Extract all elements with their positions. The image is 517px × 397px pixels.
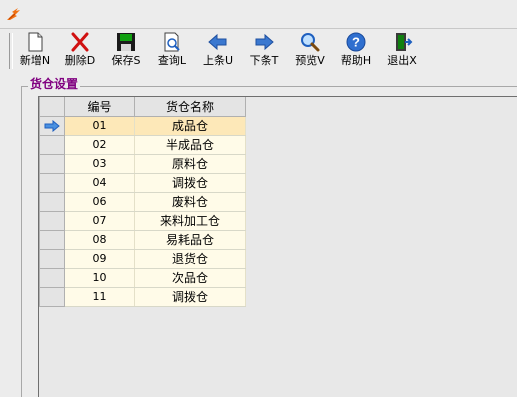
preview-button[interactable]: 预览V <box>288 31 332 71</box>
cell-name[interactable]: 来料加工仓 <box>134 211 246 231</box>
cell-name[interactable]: 半成品仓 <box>134 135 246 155</box>
arrow-left-icon <box>208 33 227 51</box>
table-row[interactable]: 07 来料加工仓 <box>39 211 246 231</box>
new-document-icon <box>28 32 43 52</box>
cell-code[interactable]: 01 <box>64 116 135 136</box>
cell-code[interactable]: 08 <box>64 230 135 250</box>
cell-code[interactable]: 04 <box>64 173 135 193</box>
cell-code[interactable]: 02 <box>64 135 135 155</box>
save-disk-icon <box>117 33 135 51</box>
table-row[interactable]: 10 次品仓 <box>39 268 246 288</box>
query-button-label: 查询L <box>157 54 187 67</box>
title-bar <box>0 0 517 28</box>
cell-code[interactable]: 07 <box>64 211 135 231</box>
prev-record-button[interactable]: 上条U <box>196 31 240 71</box>
cell-code[interactable]: 09 <box>64 249 135 269</box>
cell-name[interactable]: 调拨仓 <box>134 173 246 193</box>
row-indicator[interactable] <box>39 192 65 212</box>
prev-record-button-label: 上条U <box>202 54 234 67</box>
next-record-button[interactable]: 下条T <box>242 31 286 71</box>
panel-title: 货仓设置 <box>28 77 81 91</box>
cell-code[interactable]: 10 <box>64 268 135 288</box>
cell-name[interactable]: 退货仓 <box>134 249 246 269</box>
row-indicator[interactable] <box>39 116 65 136</box>
magnifier-icon <box>301 33 320 52</box>
arrow-right-icon <box>255 33 274 51</box>
table-row[interactable]: 06 废料仓 <box>39 192 246 212</box>
column-header-name[interactable]: 货仓名称 <box>134 97 246 117</box>
new-button[interactable]: 新增N <box>13 31 57 71</box>
cell-code[interactable]: 06 <box>64 192 135 212</box>
grid-header-row: 编号 货仓名称 <box>39 97 246 117</box>
delete-button[interactable]: 删除D <box>58 31 102 71</box>
exit-button-label: 退出X <box>387 54 417 67</box>
current-row-arrow-icon <box>44 120 60 132</box>
row-indicator[interactable] <box>39 173 65 193</box>
table-row[interactable]: 04 调拨仓 <box>39 173 246 193</box>
row-indicator[interactable] <box>39 211 65 231</box>
row-indicator[interactable] <box>39 135 65 155</box>
table-row[interactable]: 02 半成品仓 <box>39 135 246 155</box>
cell-name[interactable]: 易耗品仓 <box>134 230 246 250</box>
exit-door-icon <box>396 33 413 51</box>
cell-name[interactable]: 次品仓 <box>134 268 246 288</box>
svg-text:?: ? <box>352 35 360 50</box>
row-indicator[interactable] <box>39 154 65 174</box>
cell-code[interactable]: 11 <box>64 287 135 307</box>
delete-x-icon <box>71 32 89 52</box>
table-row[interactable]: 03 原料仓 <box>39 154 246 174</box>
help-icon: ? <box>346 32 366 52</box>
row-indicator[interactable] <box>39 249 65 269</box>
help-button[interactable]: ? 帮助H <box>334 31 378 71</box>
row-indicator[interactable] <box>39 268 65 288</box>
warehouse-grid[interactable]: 编号 货仓名称 01 成品仓 02 半成品仓 03 原料仓 04 调拨仓 06 … <box>38 96 517 397</box>
new-button-label: 新增N <box>19 54 51 67</box>
cell-name[interactable]: 调拨仓 <box>134 287 246 307</box>
cell-name[interactable]: 废料仓 <box>134 192 246 212</box>
save-button-label: 保存S <box>111 54 141 67</box>
row-indicator-header <box>39 97 65 117</box>
app-logo-icon <box>7 8 20 20</box>
toolbar: 新增N 删除D 保存S 查询L 上条U 下条T 预览V ? 帮助H 退出X <box>0 28 517 72</box>
exit-button[interactable]: 退出X <box>380 31 424 71</box>
row-indicator[interactable] <box>39 230 65 250</box>
table-row[interactable]: 08 易耗品仓 <box>39 230 246 250</box>
cell-code[interactable]: 03 <box>64 154 135 174</box>
warehouse-table: 编号 货仓名称 01 成品仓 02 半成品仓 03 原料仓 04 调拨仓 06 … <box>39 97 246 307</box>
table-row[interactable]: 09 退货仓 <box>39 249 246 269</box>
table-row[interactable]: 11 调拨仓 <box>39 287 246 307</box>
help-button-label: 帮助H <box>340 54 372 67</box>
save-button[interactable]: 保存S <box>104 31 148 71</box>
column-header-code[interactable]: 编号 <box>64 97 135 117</box>
next-record-button-label: 下条T <box>249 54 279 67</box>
delete-button-label: 删除D <box>64 54 96 67</box>
cell-name[interactable]: 原料仓 <box>134 154 246 174</box>
table-row[interactable]: 01 成品仓 <box>39 116 246 136</box>
row-indicator[interactable] <box>39 287 65 307</box>
search-document-icon <box>164 32 180 52</box>
cell-name[interactable]: 成品仓 <box>134 116 246 136</box>
preview-button-label: 预览V <box>295 54 325 67</box>
query-button[interactable]: 查询L <box>150 31 194 71</box>
